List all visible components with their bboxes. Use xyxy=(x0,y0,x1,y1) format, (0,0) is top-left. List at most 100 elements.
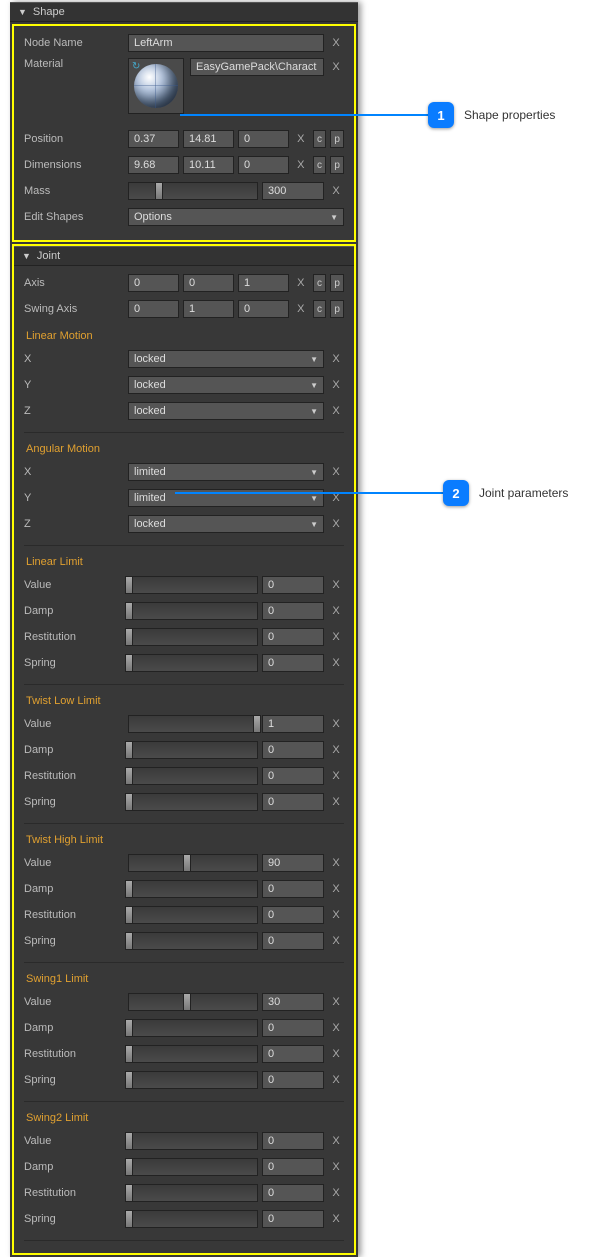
swing2-damp-slider[interactable] xyxy=(128,1158,258,1176)
mass-input[interactable]: 300 xyxy=(262,182,324,200)
c-button[interactable]: c xyxy=(313,274,327,292)
reset-button[interactable]: X xyxy=(293,274,309,292)
swing1-damp-slider[interactable] xyxy=(128,1019,258,1037)
swing2-spring-input[interactable]: 0 xyxy=(262,1210,324,1228)
reset-button[interactable]: X xyxy=(328,58,344,76)
reset-button[interactable]: X xyxy=(328,1184,344,1202)
twistHigh-damp-slider[interactable] xyxy=(128,880,258,898)
reset-button[interactable]: X xyxy=(328,1132,344,1150)
reset-button[interactable]: X xyxy=(328,182,344,200)
p-button[interactable]: p xyxy=(330,156,344,174)
reset-button[interactable]: X xyxy=(328,854,344,872)
axis-y-input[interactable]: 0 xyxy=(183,274,234,292)
linearLimit-damp-slider[interactable] xyxy=(128,602,258,620)
twistLow-rest-input[interactable]: 0 xyxy=(262,767,324,785)
twistHigh-rest-input[interactable]: 0 xyxy=(262,906,324,924)
reset-button[interactable]: X xyxy=(293,156,309,174)
swing2-rest-input[interactable]: 0 xyxy=(262,1184,324,1202)
swing2-value-input[interactable]: 0 xyxy=(262,1132,324,1150)
dim-x-input[interactable]: 9.68 xyxy=(128,156,179,174)
c-button[interactable]: c xyxy=(313,156,327,174)
reset-button[interactable]: X xyxy=(328,463,344,481)
swing1-spring-input[interactable]: 0 xyxy=(262,1071,324,1089)
swing1-value-input[interactable]: 30 xyxy=(262,993,324,1011)
material-thumbnail[interactable]: ↻ xyxy=(128,58,184,114)
reset-button[interactable]: X xyxy=(328,715,344,733)
shape-header[interactable]: ▼ Shape xyxy=(10,2,358,22)
linearLimit-rest-slider[interactable] xyxy=(128,628,258,646)
reset-button[interactable]: X xyxy=(328,34,344,52)
dim-z-input[interactable]: 0 xyxy=(238,156,289,174)
axis-z-input[interactable]: 1 xyxy=(238,274,289,292)
reset-button[interactable]: X xyxy=(328,880,344,898)
reset-button[interactable]: X xyxy=(328,932,344,950)
reset-button[interactable]: X xyxy=(328,602,344,620)
twistLow-value-slider[interactable] xyxy=(128,715,258,733)
swing2-spring-slider[interactable] xyxy=(128,1210,258,1228)
swing-y-input[interactable]: 1 xyxy=(183,300,234,318)
position-y-input[interactable]: 14.81 xyxy=(183,130,234,148)
c-button[interactable]: c xyxy=(313,300,327,318)
mass-slider[interactable] xyxy=(128,182,258,200)
reset-button[interactable]: X xyxy=(328,993,344,1011)
linearLimit-spring-slider[interactable] xyxy=(128,654,258,672)
swing1-spring-slider[interactable] xyxy=(128,1071,258,1089)
linearLimit-value-input[interactable]: 0 xyxy=(262,576,324,594)
reset-button[interactable]: X xyxy=(328,402,344,420)
twistLow-damp-slider[interactable] xyxy=(128,741,258,759)
swing1-rest-input[interactable]: 0 xyxy=(262,1045,324,1063)
reset-button[interactable]: X xyxy=(328,1045,344,1063)
reset-button[interactable]: X xyxy=(293,300,309,318)
node-name-input[interactable]: LeftArm xyxy=(128,34,324,52)
twistHigh-spring-input[interactable]: 0 xyxy=(262,932,324,950)
twistLow-rest-slider[interactable] xyxy=(128,767,258,785)
reset-button[interactable]: X xyxy=(328,628,344,646)
lm-x-dropdown[interactable]: locked▼ xyxy=(128,350,324,368)
reset-button[interactable]: X xyxy=(328,1071,344,1089)
reset-button[interactable]: X xyxy=(328,654,344,672)
p-button[interactable]: p xyxy=(330,300,344,318)
am-x-dropdown[interactable]: limited▼ xyxy=(128,463,324,481)
p-button[interactable]: p xyxy=(330,130,344,148)
twistHigh-rest-slider[interactable] xyxy=(128,906,258,924)
reset-button[interactable]: X xyxy=(328,576,344,594)
position-z-input[interactable]: 0 xyxy=(238,130,289,148)
twistLow-damp-input[interactable]: 0 xyxy=(262,741,324,759)
twistHigh-damp-input[interactable]: 0 xyxy=(262,880,324,898)
lm-z-dropdown[interactable]: locked▼ xyxy=(128,402,324,420)
swing1-value-slider[interactable] xyxy=(128,993,258,1011)
swing2-damp-input[interactable]: 0 xyxy=(262,1158,324,1176)
reset-button[interactable]: X xyxy=(293,130,309,148)
reset-button[interactable]: X xyxy=(328,1019,344,1037)
reset-button[interactable]: X xyxy=(328,515,344,533)
swing-x-input[interactable]: 0 xyxy=(128,300,179,318)
linearLimit-value-slider[interactable] xyxy=(128,576,258,594)
lm-y-dropdown[interactable]: locked▼ xyxy=(128,376,324,394)
reset-button[interactable]: X xyxy=(328,1210,344,1228)
reset-button[interactable]: X xyxy=(328,376,344,394)
reset-button[interactable]: X xyxy=(328,793,344,811)
dim-y-input[interactable]: 10.11 xyxy=(183,156,234,174)
joint-header[interactable]: ▼ Joint xyxy=(14,246,354,266)
c-button[interactable]: c xyxy=(313,130,327,148)
linearLimit-damp-input[interactable]: 0 xyxy=(262,602,324,620)
twistLow-spring-slider[interactable] xyxy=(128,793,258,811)
twistHigh-value-slider[interactable] xyxy=(128,854,258,872)
twistHigh-value-input[interactable]: 90 xyxy=(262,854,324,872)
axis-x-input[interactable]: 0 xyxy=(128,274,179,292)
edit-shapes-dropdown[interactable]: Options▼ xyxy=(128,208,344,226)
linearLimit-rest-input[interactable]: 0 xyxy=(262,628,324,646)
reset-button[interactable]: X xyxy=(328,767,344,785)
swing2-rest-slider[interactable] xyxy=(128,1184,258,1202)
material-path-input[interactable]: EasyGamePack\Charact xyxy=(190,58,324,76)
twistLow-spring-input[interactable]: 0 xyxy=(262,793,324,811)
reset-button[interactable]: X xyxy=(328,741,344,759)
am-z-dropdown[interactable]: locked▼ xyxy=(128,515,324,533)
position-x-input[interactable]: 0.37 xyxy=(128,130,179,148)
swing1-damp-input[interactable]: 0 xyxy=(262,1019,324,1037)
swing1-rest-slider[interactable] xyxy=(128,1045,258,1063)
reset-button[interactable]: X xyxy=(328,350,344,368)
reset-button[interactable]: X xyxy=(328,906,344,924)
swing2-value-slider[interactable] xyxy=(128,1132,258,1150)
reset-button[interactable]: X xyxy=(328,1158,344,1176)
